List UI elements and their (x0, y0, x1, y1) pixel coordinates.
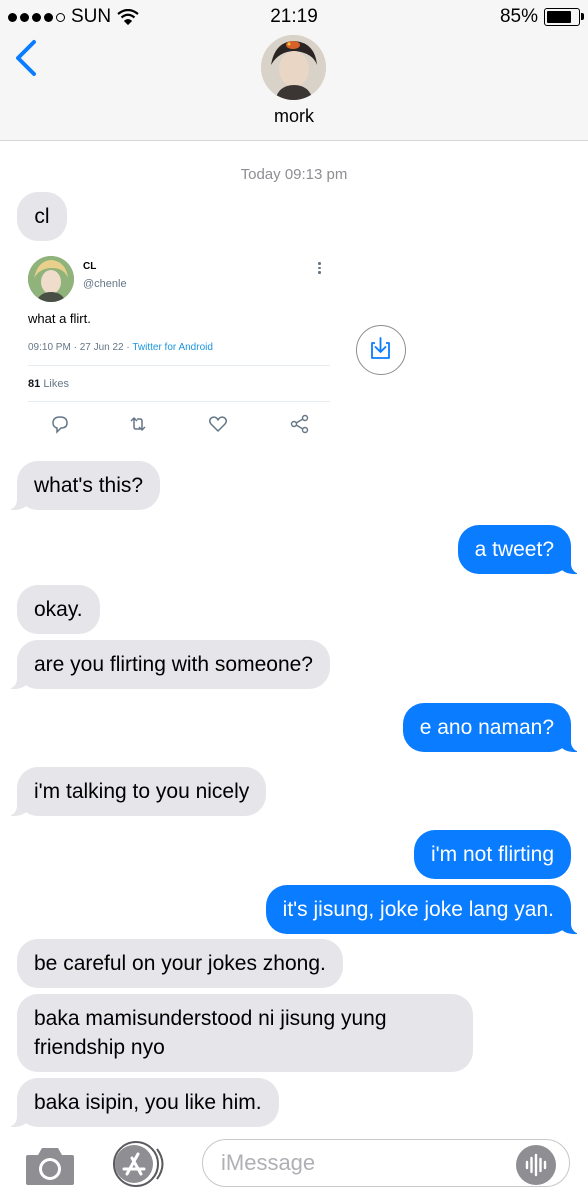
tweet-actions (28, 414, 330, 436)
message-bubble-outgoing[interactable]: e ano naman? (402, 703, 583, 752)
message-text: it's jisung, joke joke lang yan. (282, 898, 554, 921)
status-bar: SUN 21:19 85% (0, 0, 588, 36)
message-text: are you flirting with someone? (34, 653, 313, 676)
message-bubble-outgoing[interactable]: it's jisung, joke joke lang yan. (265, 885, 583, 934)
battery-icon (544, 8, 584, 26)
contact-name[interactable]: mork (0, 106, 588, 127)
divider (28, 365, 330, 366)
camera-icon[interactable] (24, 1145, 76, 1187)
voice-message-icon[interactable] (516, 1145, 556, 1185)
tweet-source: Twitter for Android (132, 342, 213, 353)
message-text: i'm not flirting (430, 843, 554, 866)
tweet-avatar (28, 256, 74, 302)
share-icon[interactable] (290, 414, 312, 436)
timestamp-time: 09:13 pm (284, 166, 348, 183)
tweet-likes: 81 Likes (28, 378, 69, 390)
message-bubble-incoming[interactable]: be careful on your jokes zhong. (17, 939, 343, 988)
imessage-input[interactable] (202, 1139, 570, 1187)
like-icon[interactable] (208, 414, 230, 436)
tweet-author-handle: @chenle (83, 278, 127, 290)
message-bubble-incoming[interactable]: okay. (17, 585, 100, 634)
message-bubble-incoming[interactable]: are you flirting with someone? (6, 640, 330, 689)
save-attachment-button[interactable] (356, 325, 406, 375)
message-bubble-incoming[interactable]: what's this? (5, 461, 161, 510)
download-icon (371, 337, 390, 359)
chevron-left-icon[interactable] (12, 38, 42, 78)
message-bubble-outgoing[interactable]: a tweet? (457, 525, 583, 574)
message-text: okay. (34, 598, 83, 621)
message-bubble-incoming[interactable]: cl (17, 192, 67, 241)
retweet-icon[interactable] (128, 414, 150, 436)
message-text: cl (34, 205, 50, 228)
tweet-meta: 09:10 PM · 27 Jun 22 · Twitter for Andro… (28, 342, 213, 353)
message-text: be careful on your jokes zhong. (34, 952, 326, 975)
more-options-icon[interactable] (318, 262, 322, 276)
contact-avatar[interactable] (261, 35, 326, 100)
tweet-card[interactable]: CL @chenle what a flirt. 09:10 PM · 27 J… (18, 248, 334, 448)
message-text: a tweet? (474, 538, 554, 561)
message-text: what's this? (34, 474, 144, 497)
message-text: baka isipin, you like him. (34, 1091, 262, 1114)
message-text: baka mamisunderstood ni jisung yung frie… (34, 1007, 387, 1059)
reply-icon[interactable] (50, 414, 72, 436)
tweet-text: what a flirt. (28, 311, 91, 326)
message-text: e ano naman? (419, 716, 554, 739)
battery-percent: 85% (499, 6, 538, 27)
divider (28, 401, 330, 402)
message-bubble-incoming[interactable]: baka isipin, you like him. (6, 1078, 279, 1127)
tweet-timestamp: 09:10 PM · 27 Jun 22 · (28, 342, 133, 353)
message-bubble-incoming[interactable]: baka mamisunderstood ni jisung yung frie… (17, 994, 473, 1072)
timestamp-day: Today (240, 166, 281, 183)
message-bubble-incoming[interactable]: i'm talking to you nicely (5, 767, 267, 816)
tweet-author-name: CL (83, 261, 97, 272)
message-bubble-outgoing[interactable]: i'm not flirting (413, 830, 571, 879)
thread-timestamp: Today 09:13 pm (0, 166, 588, 183)
message-text: i'm talking to you nicely (34, 780, 250, 803)
likes-count: 81 (28, 378, 41, 390)
app-store-icon[interactable] (110, 1141, 168, 1187)
likes-label: Likes (43, 378, 69, 390)
